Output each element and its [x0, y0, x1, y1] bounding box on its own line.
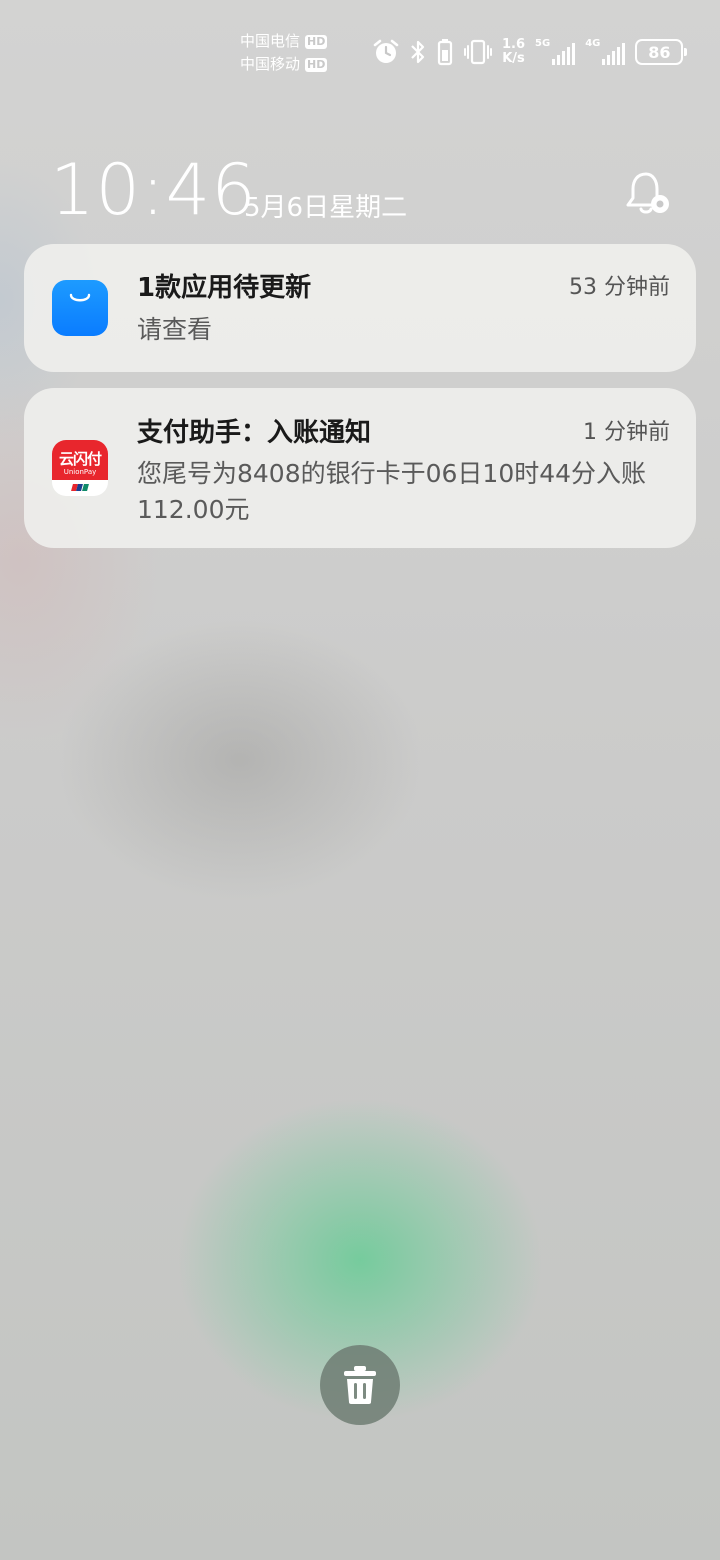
carrier-2-name: 中国移动	[240, 55, 301, 73]
signal-bars-icon	[552, 43, 576, 65]
network-type: 4G	[585, 38, 601, 49]
wallpaper	[0, 0, 720, 1560]
speed-unit: K/s	[502, 51, 525, 66]
unionpay-brand-text: 云闪付	[58, 450, 102, 468]
carrier-2: 中国移动 HD	[240, 53, 328, 76]
app-store-bag-icon	[52, 280, 108, 336]
unionpay-icon: 云闪付 UnionPay	[52, 440, 108, 496]
vibrate-icon	[464, 39, 492, 65]
network-speed: 1.6 K/s	[502, 38, 525, 66]
battery-indicator: 86	[635, 39, 688, 65]
notification-body: 请查看	[137, 315, 213, 344]
battery-saver-icon	[437, 39, 453, 66]
notification-card-app-update[interactable]: 1款应用待更新 53 分钟前 请查看	[24, 244, 696, 372]
bluetooth-icon	[411, 40, 425, 64]
signal-bars-icon	[602, 43, 626, 65]
unionpay-sub-text: UnionPay	[63, 468, 97, 476]
status-bar: 中国电信 HD 中国移动 HD 1.6 K/s 5G 4G 86	[0, 0, 720, 100]
hd-badge: HD	[305, 34, 328, 49]
lockscreen-date: 5月6日星期二	[244, 193, 408, 223]
carrier-1: 中国电信 HD	[240, 30, 328, 53]
hd-badge: HD	[305, 57, 328, 72]
notification-card-payment[interactable]: 云闪付 UnionPay 支付助手：入账通知 1 分钟前 您尾号为8408的银行…	[24, 388, 696, 548]
battery-level: 86	[648, 42, 671, 62]
notification-body: 您尾号为8408的银行卡于06日10时44分入账112.00元	[137, 459, 647, 524]
clear-notifications-button[interactable]	[320, 1345, 400, 1425]
notification-settings-icon[interactable]	[622, 168, 674, 220]
notification-title: 1款应用待更新	[137, 273, 312, 303]
carrier-info: 中国电信 HD 中国移动 HD	[240, 30, 328, 76]
notification-time: 1 分钟前	[583, 420, 670, 445]
notification-time: 53 分钟前	[569, 275, 670, 300]
signal-4g: 4G	[585, 38, 626, 65]
network-type: 5G	[535, 38, 551, 49]
alarm-icon	[373, 39, 399, 63]
carrier-1-name: 中国电信	[240, 32, 301, 50]
unionpay-flag-icon	[71, 484, 89, 491]
signal-5g: 5G	[535, 38, 576, 65]
notification-title: 支付助手：入账通知	[137, 418, 372, 448]
speed-value: 1.6	[502, 37, 526, 52]
status-icons: 1.6 K/s 5G 4G 86	[372, 36, 688, 68]
lockscreen-time: 10:46	[50, 149, 257, 231]
trash-icon	[344, 1366, 376, 1404]
